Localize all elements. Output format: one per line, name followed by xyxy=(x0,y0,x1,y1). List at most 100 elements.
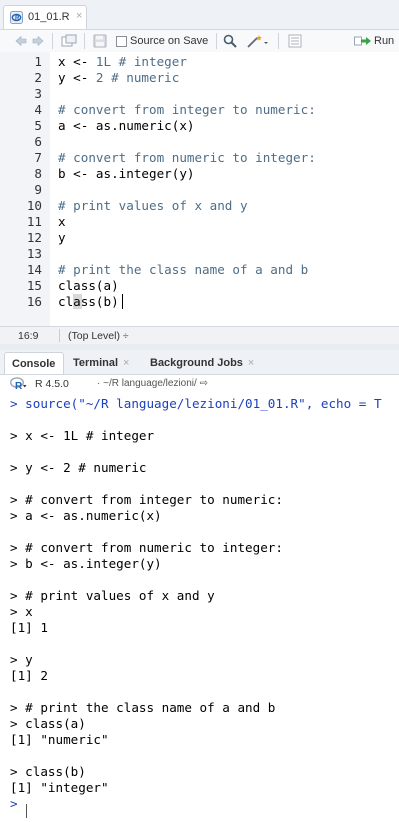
console-line: > a <- as.numeric(x) xyxy=(10,508,162,523)
editor-tab-01-01-r[interactable]: R 01_01.R × xyxy=(3,5,87,29)
code-code: y <- xyxy=(58,70,96,85)
floppy-disk-icon[interactable] xyxy=(93,34,107,48)
tab-label: Background Jobs xyxy=(150,357,243,369)
line-number: 2 xyxy=(34,70,42,85)
outline-list-icon[interactable] xyxy=(288,34,302,48)
code-comment: # print the class name of a and b xyxy=(58,262,309,277)
toolbar-divider xyxy=(52,33,53,49)
tab-console[interactable]: Console xyxy=(4,352,64,374)
code-line: y xyxy=(58,230,66,246)
code-line: class(a) xyxy=(58,278,119,294)
svg-text:R: R xyxy=(15,16,20,22)
source-editor-pane: R 01_01.R × Source on Save Run 1 2 3 4 5… xyxy=(0,0,399,344)
console-line: > xyxy=(10,796,18,811)
console-line: > # print the class name of a and b xyxy=(10,700,276,715)
svg-text:R: R xyxy=(15,381,23,390)
code-line: class(b) xyxy=(58,294,119,310)
working-directory[interactable]: · ~/R language/lezioni/ ⇨ xyxy=(97,378,208,389)
code-comment: # convert from numeric to integer: xyxy=(58,150,316,165)
close-icon[interactable]: × xyxy=(76,10,82,22)
console-tab-bar: Console Terminal × Background Jobs × xyxy=(0,350,399,375)
run-arrow-icon xyxy=(354,36,371,46)
console-line: [1] 2 xyxy=(10,668,48,683)
line-number: 10 xyxy=(26,198,42,213)
toolbar-divider xyxy=(84,33,85,49)
run-button[interactable]: Run xyxy=(354,33,394,49)
code-code: y xyxy=(58,230,66,245)
r-logo-icon[interactable]: R xyxy=(10,377,27,390)
code-code: class(a) xyxy=(58,278,119,293)
code-comment: # print values of x and y xyxy=(58,198,248,213)
code-code: x xyxy=(58,214,66,229)
code-num: 2 xyxy=(95,70,104,85)
console-line: > x <- 1L # integer xyxy=(10,428,155,443)
console-line: [1] "integer" xyxy=(10,780,109,795)
code-line: # print values of x and y xyxy=(58,198,248,214)
console-line: > source("~/R language/lezioni/01_01.R",… xyxy=(10,396,382,411)
close-icon[interactable]: × xyxy=(123,357,129,369)
console-line: > b <- as.integer(y) xyxy=(10,556,162,571)
text-cursor xyxy=(122,294,123,309)
checkbox-box[interactable] xyxy=(116,35,127,47)
console-cursor xyxy=(26,804,27,818)
magic-wand-icon[interactable] xyxy=(246,34,270,48)
editor-status-bar: 16:9 (Top Level) ÷ xyxy=(0,326,399,344)
toolbar-divider xyxy=(278,33,279,49)
arrow-right-icon[interactable] xyxy=(31,34,45,48)
line-number: 12 xyxy=(26,230,42,245)
line-number: 11 xyxy=(26,214,42,229)
editor-toolbar: Source on Save Run xyxy=(0,30,399,53)
status-divider xyxy=(59,329,60,342)
code-comment: # convert from integer to numeric: xyxy=(58,102,316,117)
console-pane: Console Terminal × Background Jobs × R R… xyxy=(0,350,399,822)
line-number: 8 xyxy=(34,166,42,181)
code-line: y <- 2 # numeric xyxy=(58,70,179,86)
console-output[interactable]: > source("~/R language/lezioni/01_01.R",… xyxy=(0,394,399,822)
console-line: > # convert from numeric to integer: xyxy=(10,540,283,555)
console-line: > y xyxy=(10,652,33,667)
cursor-position: 16:9 xyxy=(18,330,39,342)
code-line: # convert from integer to numeric: xyxy=(58,102,316,118)
code-line: x xyxy=(58,214,66,230)
code-code: class(b) xyxy=(58,294,119,309)
code-editor[interactable]: 1 2 3 4 5 6 7 8 9 10 11 12 13 14 15 16 x <- 1L # intege… xyxy=(0,52,399,326)
line-number: 1 xyxy=(34,54,42,69)
code-comment: # integer xyxy=(111,54,187,69)
console-path-bar: R R 4.5.0 · ~/R language/lezioni/ ⇨ xyxy=(0,375,399,393)
console-line: > x xyxy=(10,604,33,619)
tab-terminal[interactable]: Terminal × xyxy=(66,352,138,374)
close-icon[interactable]: × xyxy=(248,357,254,369)
tab-label: Console xyxy=(12,357,56,370)
r-file-icon: R xyxy=(10,11,23,24)
line-number: 3 xyxy=(34,86,42,101)
console-line: > class(b) xyxy=(10,764,86,779)
code-line: # convert from numeric to integer: xyxy=(58,150,316,166)
source-on-save-label: Source on Save xyxy=(130,35,209,47)
code-code: a <- as.numeric(x) xyxy=(58,118,195,133)
line-number-gutter: 1 2 3 4 5 6 7 8 9 10 11 12 13 14 15 16 xyxy=(0,52,50,326)
editor-tab-bar: R 01_01.R × xyxy=(0,0,399,30)
code-line: a <- as.numeric(x) xyxy=(58,118,194,134)
line-number: 14 xyxy=(26,262,42,277)
code-line: b <- as.integer(y) xyxy=(58,166,194,182)
code-comment: # numeric xyxy=(103,70,180,85)
magnifier-icon[interactable] xyxy=(223,34,237,48)
tab-background-jobs[interactable]: Background Jobs × xyxy=(143,352,263,374)
console-line: [1] "numeric" xyxy=(10,732,109,747)
code-code: b <- as.integer(y) xyxy=(58,166,195,181)
line-number: 7 xyxy=(34,150,42,165)
editor-tab-label: 01_01.R xyxy=(28,11,70,23)
code-num: 1L xyxy=(95,54,112,69)
line-number: 5 xyxy=(34,118,42,133)
r-version: R 4.5.0 xyxy=(35,378,69,390)
line-number: 16 xyxy=(26,294,42,309)
tab-label: Terminal xyxy=(73,357,119,369)
popout-icon[interactable] xyxy=(61,34,77,48)
line-number: 4 xyxy=(34,102,42,117)
line-number: 9 xyxy=(34,182,42,197)
arrow-left-icon[interactable] xyxy=(14,34,28,48)
source-on-save-checkbox[interactable]: Source on Save xyxy=(116,34,208,48)
console-line: [1] 1 xyxy=(10,620,48,635)
console-line: > # convert from integer to numeric: xyxy=(10,492,283,507)
scope-selector[interactable]: (Top Level) ÷ xyxy=(68,330,129,342)
